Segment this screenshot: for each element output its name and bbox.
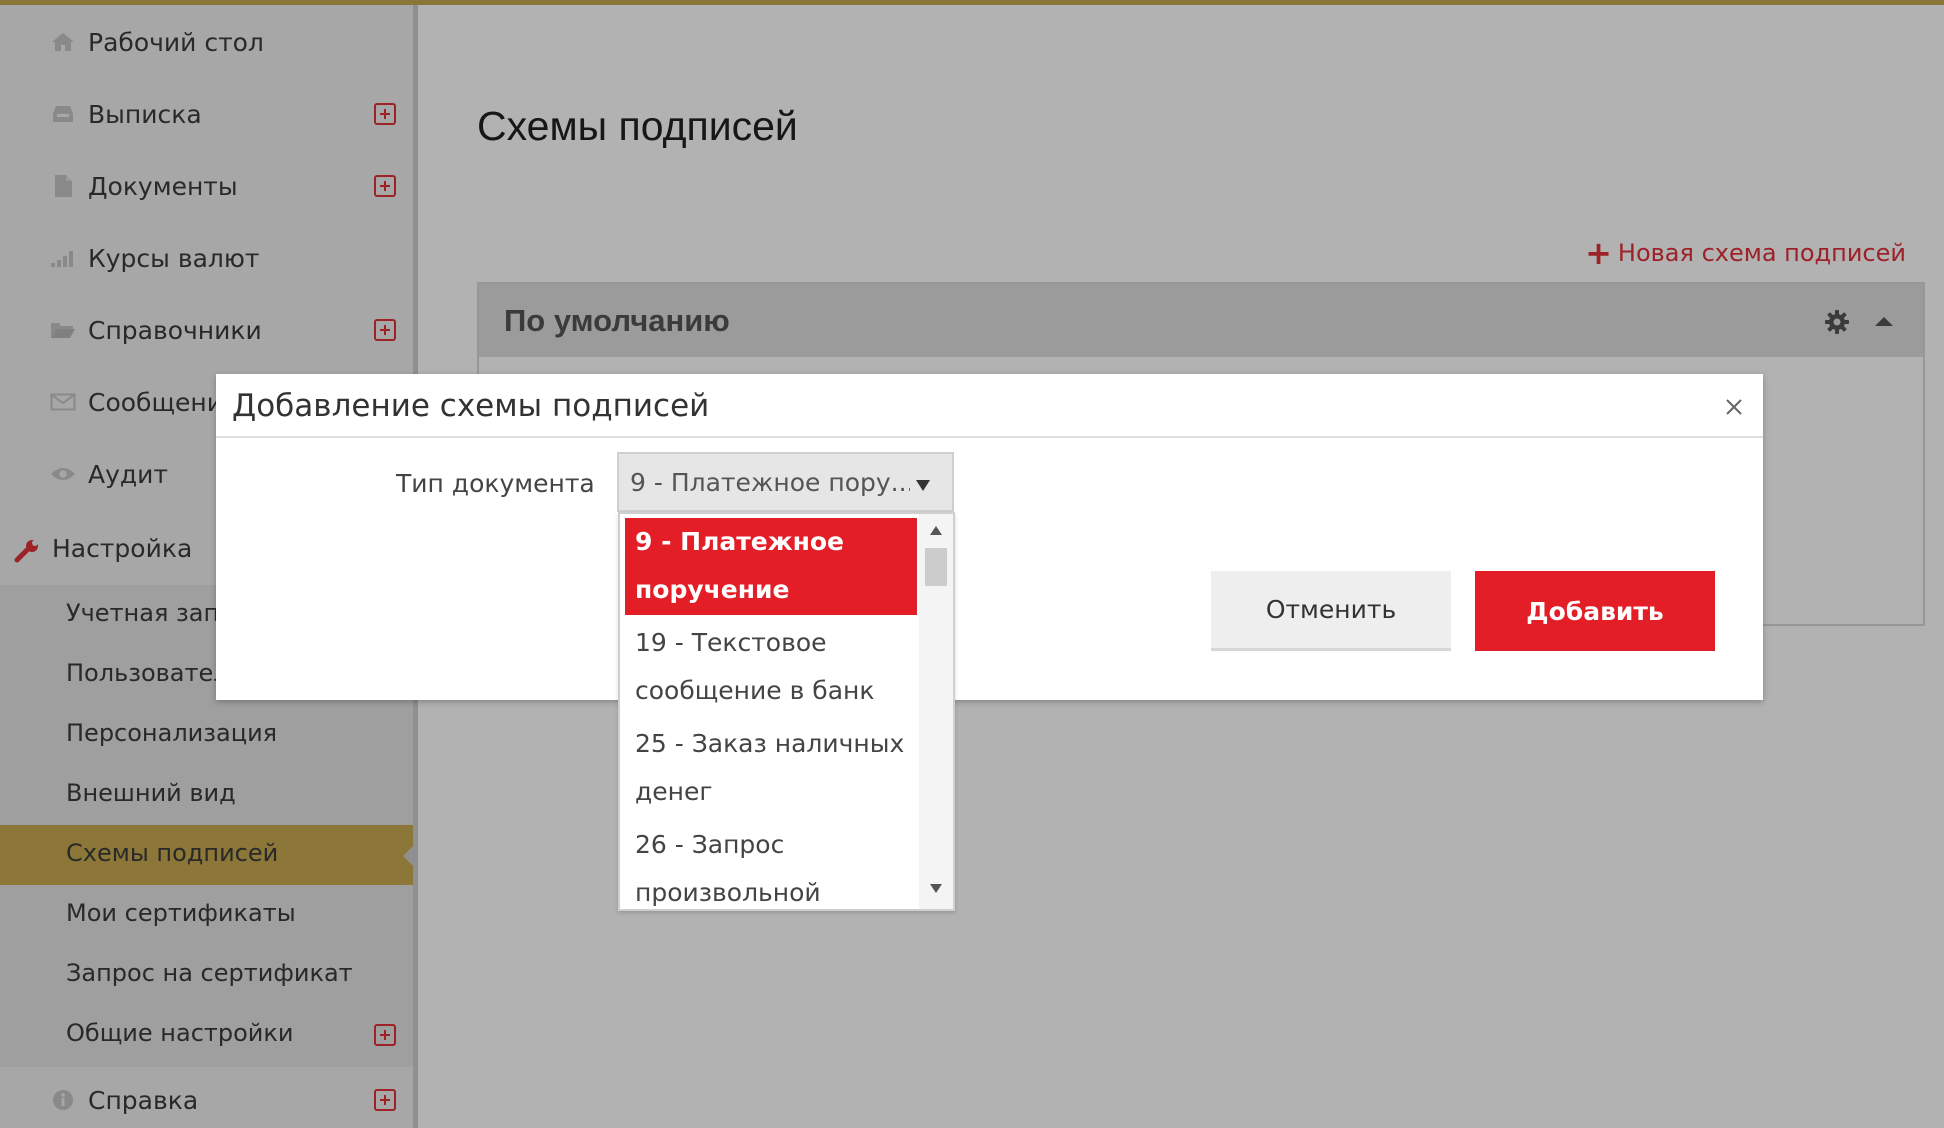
scroll-thumb[interactable] [925, 548, 947, 586]
option-line: 26 - Запрос [635, 830, 785, 859]
document-type-selected-value: 9 - Платежное пору... [630, 468, 910, 497]
document-type-select[interactable]: 9 - Платежное пору... [617, 452, 954, 512]
option-line: сообщение в банк [635, 676, 875, 705]
scroll-up-arrow-icon[interactable] [930, 526, 942, 535]
option-line: 9 - Платежное [635, 527, 845, 556]
dropdown-scrollbar[interactable] [919, 514, 953, 909]
dialog-header: Добавление схемы подписей [216, 374, 1763, 438]
document-type-label: Тип документа [396, 469, 595, 498]
chevron-down-icon [916, 480, 930, 491]
dropdown-option-9[interactable]: 9 - Платежное поручение (рубли) [625, 518, 917, 652]
dropdown-option-25[interactable]: 25 - Заказ наличных денег [625, 720, 917, 816]
document-type-dropdown: 9 - Платежное поручение (рубли) 19 - Тек… [618, 512, 955, 911]
option-line: денег [635, 777, 713, 806]
option-line: произвольной формы [635, 878, 821, 907]
add-signature-scheme-dialog: Добавление схемы подписей Тип документа … [216, 374, 1763, 700]
cancel-button[interactable]: Отменить [1211, 571, 1451, 651]
dropdown-option-19[interactable]: 19 - Текстовое сообщение в банк [625, 619, 917, 715]
option-line: 19 - Текстовое [635, 628, 827, 657]
dialog-title: Добавление схемы подписей [232, 388, 710, 424]
option-line: 25 - Заказ наличных [635, 729, 905, 758]
scroll-down-arrow-icon[interactable] [930, 884, 942, 893]
add-button[interactable]: Добавить [1475, 571, 1715, 651]
close-icon[interactable] [1721, 394, 1747, 420]
dropdown-option-26[interactable]: 26 - Запрос произвольной формы [625, 821, 917, 909]
